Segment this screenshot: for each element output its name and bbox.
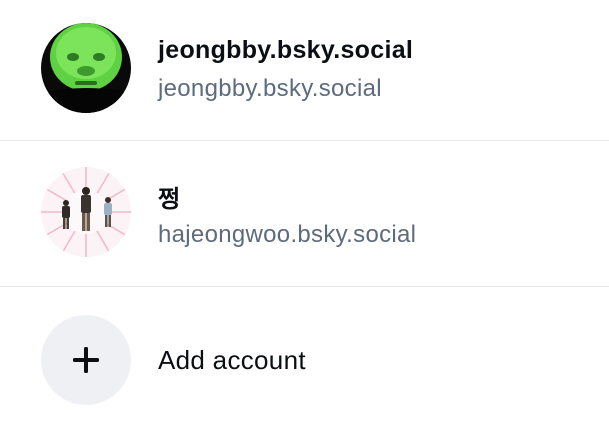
account-switcher-list: jeongbby.bsky.social jeongbby.bsky.socia… bbox=[0, 0, 609, 425]
account-handle: jeongbby.bsky.social bbox=[158, 75, 382, 102]
account-row-hajeongwoo[interactable]: 쩡 hajeongwoo.bsky.social bbox=[0, 141, 609, 286]
account-row-jeongbby[interactable]: jeongbby.bsky.social jeongbby.bsky.socia… bbox=[0, 0, 609, 140]
add-account-button[interactable]: Add account bbox=[0, 287, 609, 425]
account-display-name: jeongbby.bsky.social bbox=[158, 36, 414, 64]
add-account-label: Add account bbox=[158, 345, 306, 375]
avatar bbox=[41, 167, 131, 257]
account-display-name: 쩡 bbox=[158, 185, 181, 213]
avatar bbox=[41, 23, 131, 113]
add-account-circle bbox=[41, 315, 131, 405]
account-handle: hajeongwoo.bsky.social bbox=[158, 221, 417, 248]
plus-icon bbox=[73, 347, 99, 373]
